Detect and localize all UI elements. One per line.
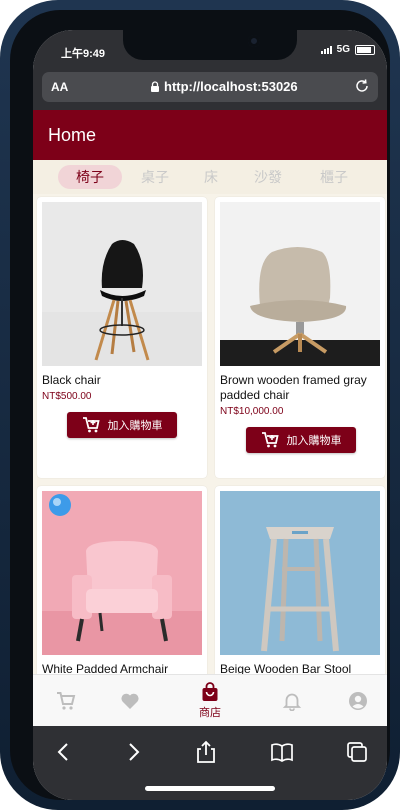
product-card[interactable]: Brown wooden framed gray padded chair NT… (215, 197, 385, 478)
wooden-stool-image[interactable] (220, 491, 380, 655)
add-cart-icon (82, 417, 100, 433)
tab-sofas[interactable]: 沙發 (244, 165, 292, 189)
network-type: 5G (336, 44, 350, 55)
product-price: NT$10,000.00 (220, 406, 284, 417)
url-text: http://localhost:53026 (164, 79, 298, 94)
category-tabs: 椅子 桌子 床 沙發 櫃子 (33, 160, 387, 194)
nav-shop[interactable]: 商店 (175, 675, 245, 727)
nav-notifications[interactable] (257, 675, 327, 727)
signal-icon (320, 45, 332, 54)
tab-cabinets[interactable]: 櫃子 (309, 165, 359, 189)
page-title: Home (48, 125, 97, 145)
address-bar[interactable]: AA http://localhost:53026 (42, 72, 378, 102)
nav-favorites[interactable] (95, 675, 165, 727)
product-name: Beige Wooden Bar Stool (220, 662, 352, 674)
gray-chair-image[interactable] (220, 202, 380, 366)
browser-toolbar (33, 726, 387, 800)
product-name: White Padded Armchair (42, 662, 169, 674)
product-name: Black chair (42, 373, 101, 387)
tab-chairs[interactable]: 椅子 (58, 165, 122, 189)
tabs-icon[interactable] (345, 740, 369, 764)
add-to-cart-label: 加入購物車 (107, 420, 163, 432)
app-bar: Home (33, 110, 387, 160)
add-to-cart-button[interactable]: 加入購物車 (246, 427, 356, 453)
product-card[interactable]: Black chair NT$500.00 加入購物車 (37, 197, 207, 478)
notch (123, 30, 297, 60)
heart-icon (121, 693, 139, 709)
product-name: Brown wooden framed gray padded chair (220, 373, 367, 402)
account-icon (349, 692, 367, 710)
browser-address-area: AA http://localhost:53026 (33, 66, 387, 110)
black-chair-image[interactable] (42, 202, 202, 366)
pink-armchair-image[interactable] (42, 491, 202, 655)
status-indicators: 5G (320, 44, 375, 55)
shop-bag-icon (202, 682, 218, 701)
bottom-navigation: 商店 (33, 674, 387, 727)
nav-shop-label: 商店 (199, 707, 221, 719)
battery-icon (355, 44, 375, 55)
nav-cart[interactable] (33, 675, 101, 727)
share-icon[interactable] (194, 740, 218, 764)
reload-icon[interactable] (354, 78, 370, 94)
add-to-cart-button[interactable]: 加入購物車 (67, 412, 177, 438)
text-size-button[interactable]: AA (51, 80, 68, 94)
camera-icon (248, 35, 260, 47)
tab-tables[interactable]: 桌子 (130, 165, 180, 189)
cart-icon (57, 692, 76, 710)
phone-frame: 上午9:49 5G AA http://localhost:53026 Home… (0, 0, 400, 810)
product-card[interactable]: White Padded Armchair (37, 486, 207, 674)
lock-icon (151, 81, 159, 92)
home-indicator[interactable] (145, 786, 275, 791)
product-price: NT$500.00 (42, 391, 92, 402)
forward-icon[interactable] (121, 740, 145, 764)
product-card[interactable]: Beige Wooden Bar Stool (215, 486, 385, 674)
product-grid: Black chair NT$500.00 加入購物車 Brown wooden… (33, 194, 387, 674)
add-cart-icon (261, 432, 279, 448)
screen: 上午9:49 5G AA http://localhost:53026 Home… (33, 30, 387, 800)
status-time: 上午9:49 (61, 48, 106, 60)
back-icon[interactable] (52, 740, 76, 764)
bell-icon (282, 693, 302, 711)
tab-beds[interactable]: 床 (193, 165, 229, 189)
phone-bezel: 上午9:49 5G AA http://localhost:53026 Home… (10, 10, 390, 800)
add-to-cart-label: 加入購物車 (286, 435, 342, 447)
nav-account[interactable] (323, 675, 387, 727)
bookmarks-icon[interactable] (270, 740, 294, 764)
